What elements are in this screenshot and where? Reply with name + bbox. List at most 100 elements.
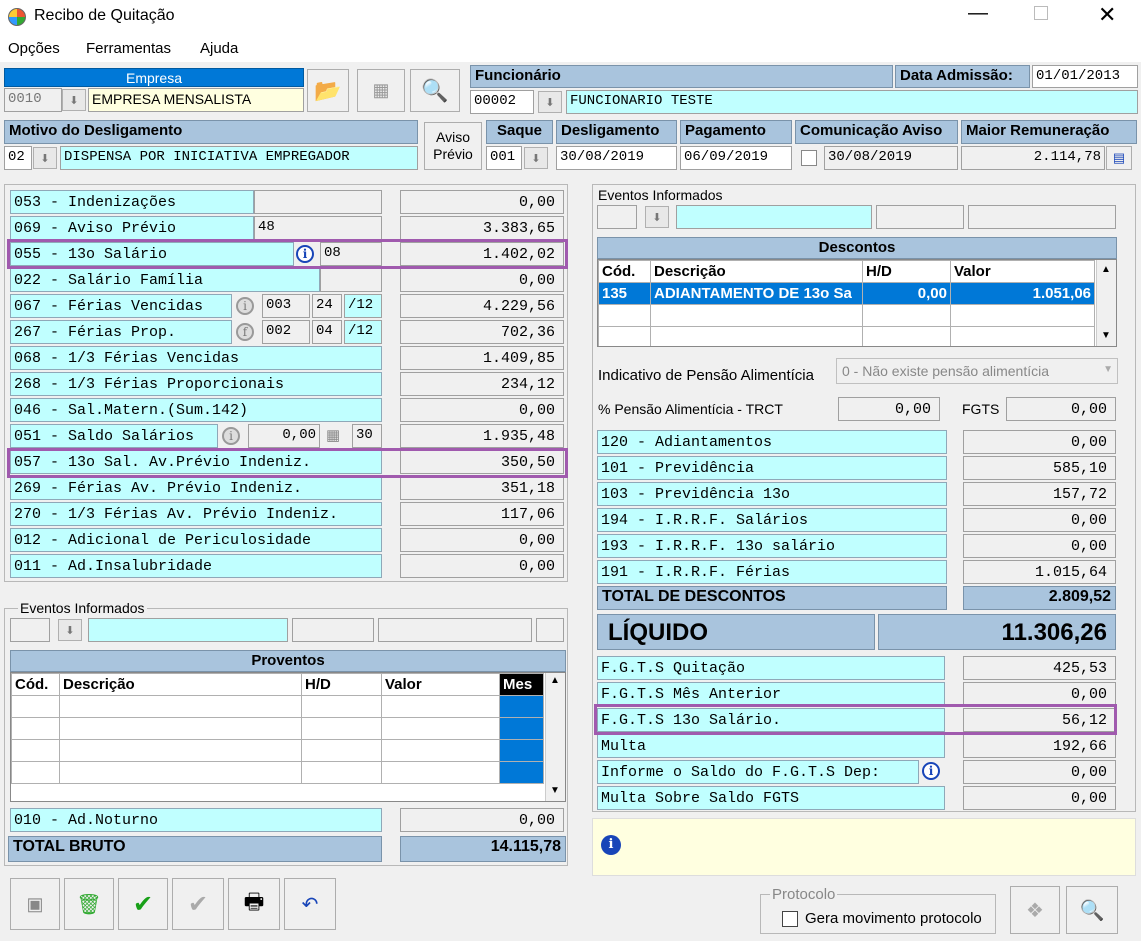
delete-button[interactable]: 🗑 xyxy=(64,878,114,930)
fgts-value-4: 0,00 xyxy=(963,760,1116,784)
eventos-left-mes[interactable] xyxy=(536,618,564,642)
window-title: Recibo de Quitação xyxy=(34,7,175,24)
maior-remuneracao-button[interactable]: ▤ xyxy=(1106,146,1132,170)
save-button[interactable]: ▣ xyxy=(10,878,60,930)
proventos-e1-9[interactable]: 0,00 xyxy=(248,424,320,448)
table-row[interactable] xyxy=(11,761,544,784)
comunicacao-checkbox[interactable] xyxy=(801,150,817,166)
menu-ajuda[interactable]: Ajuda xyxy=(200,40,238,57)
info-gray-icon[interactable]: i xyxy=(222,427,240,445)
ad-noturno-label: 010 - Ad.Noturno xyxy=(10,808,382,832)
confirm-button[interactable]: ✔ xyxy=(118,878,168,930)
fgts-info-button[interactable]: i xyxy=(922,762,940,780)
eventos-right-lookup[interactable]: ⬇ xyxy=(645,206,669,228)
desc-col-valor[interactable]: Valor xyxy=(950,260,1095,283)
confirm-disabled-button[interactable]: ✔ xyxy=(172,878,224,930)
proventos-value-5: 702,36 xyxy=(400,320,564,344)
function-icon[interactable]: f xyxy=(236,323,254,341)
maximize-icon[interactable] xyxy=(1034,6,1048,20)
open-folder-button[interactable]: 📂 xyxy=(307,69,349,112)
protocolo-action-button[interactable]: ❖ xyxy=(1010,886,1060,934)
funcionario-name-field: FUNCIONARIO TESTE xyxy=(566,90,1138,114)
aviso-previo-button[interactable]: Aviso Prévio xyxy=(424,122,482,170)
eventos-right-code[interactable] xyxy=(597,205,637,229)
proventos-label-1: 069 - Aviso Prévio xyxy=(10,216,254,240)
proventos-extra-0[interactable] xyxy=(254,190,382,214)
menu-ferramentas[interactable]: Ferramentas xyxy=(86,40,171,57)
message-info-icon: i xyxy=(601,835,621,855)
col-valor[interactable]: Valor xyxy=(381,673,500,696)
proventos-value-0: 0,00 xyxy=(400,190,564,214)
print-button[interactable]: 🖶 xyxy=(228,878,280,930)
empresa-code-input[interactable]: 0010 xyxy=(4,88,62,112)
proventos-e2-4[interactable]: 24 xyxy=(312,294,342,318)
proventos-value-6: 1.409,85 xyxy=(400,346,564,370)
undo-button[interactable]: ↶ xyxy=(284,878,336,930)
funcionario-lookup-button[interactable]: ⬇ xyxy=(538,91,562,113)
desligamento-date-input[interactable]: 30/08/2019 xyxy=(556,146,677,170)
close-icon[interactable]: ✕ xyxy=(1098,2,1116,28)
table-row[interactable] xyxy=(11,739,544,762)
proventos-grid[interactable]: Cód. Descrição H/D Valor Mes ▲ ▼ xyxy=(10,672,566,802)
table-row[interactable] xyxy=(11,695,544,718)
scroll-down-icon[interactable]: ▼ xyxy=(1101,330,1111,341)
info-gray-icon[interactable]: i xyxy=(236,297,254,315)
table-row[interactable] xyxy=(598,304,1095,327)
motivo-code-input[interactable]: 02 xyxy=(4,146,32,170)
table-row[interactable] xyxy=(11,717,544,740)
trash-icon: 🗑 xyxy=(76,893,102,916)
calculator-button[interactable]: ▦ xyxy=(357,69,405,112)
proventos-value-2: 1.402,02 xyxy=(400,242,564,266)
eventos-left-hd[interactable] xyxy=(292,618,374,642)
descontos-label-4: 193 - I.R.R.F. 13o salário xyxy=(597,534,947,558)
protocolo-search-button[interactable]: 🔍 xyxy=(1066,886,1118,934)
eventos-right-hd[interactable] xyxy=(876,205,964,229)
proventos-e2-9[interactable]: 30 xyxy=(352,424,382,448)
protocolo-checkbox[interactable] xyxy=(782,911,798,927)
motivo-lookup-button[interactable]: ⬇ xyxy=(33,147,57,169)
eventos-left-lookup[interactable]: ⬇ xyxy=(58,619,82,641)
desc-row-hd: 0,00 xyxy=(862,282,951,305)
proventos-e2-5[interactable]: 04 xyxy=(312,320,342,344)
proventos-extra-1[interactable]: 48 xyxy=(254,216,382,240)
pensao-pct-input[interactable]: 0,00 xyxy=(838,397,940,421)
scroll-down-icon[interactable]: ▼ xyxy=(550,785,560,796)
proventos-extra-2[interactable]: 08 xyxy=(320,242,382,266)
saque-input[interactable]: 001 xyxy=(486,146,522,170)
col-descricao[interactable]: Descrição xyxy=(59,673,302,696)
pensao-select[interactable]: 0 - Não existe pensão alimentícia ▼ xyxy=(836,358,1118,384)
col-mes[interactable]: Mes xyxy=(499,673,544,696)
descontos-grid[interactable]: Cód. Descrição H/D Valor 135 ADIANTAMENT… xyxy=(597,259,1117,347)
eventos-right-valor[interactable] xyxy=(968,205,1116,229)
info-icon[interactable]: i xyxy=(296,245,314,263)
liquido-label: LÍQUIDO xyxy=(597,614,875,650)
saque-lookup-button[interactable]: ⬇ xyxy=(524,147,548,169)
descontos-scrollbar[interactable]: ▲ ▼ xyxy=(1096,260,1116,346)
col-cod[interactable]: Cód. xyxy=(11,673,60,696)
minimize-icon[interactable]: — xyxy=(968,2,988,25)
menu-opcoes[interactable]: Opções xyxy=(8,40,60,57)
table-row[interactable]: 135 ADIANTAMENTO DE 13o Sa 0,00 1.051,06 xyxy=(598,282,1095,305)
calendar-icon[interactable]: ▦ xyxy=(326,426,340,444)
proventos-e1-4[interactable]: 003 xyxy=(262,294,310,318)
desc-col-cod[interactable]: Cód. xyxy=(598,260,651,283)
funcionario-code-input[interactable]: 00002 xyxy=(470,90,534,114)
pagamento-date-input[interactable]: 06/09/2019 xyxy=(680,146,792,170)
proventos-extra-3[interactable] xyxy=(320,268,382,292)
eventos-left-valor[interactable] xyxy=(378,618,532,642)
desc-col-descricao[interactable]: Descrição xyxy=(650,260,863,283)
proventos-scrollbar[interactable]: ▲ ▼ xyxy=(545,673,565,801)
search-button[interactable]: 🔍 xyxy=(410,69,460,112)
scroll-up-icon[interactable]: ▲ xyxy=(550,675,560,686)
eventos-left-code[interactable] xyxy=(10,618,50,642)
folder-icon: 📂 xyxy=(314,77,342,103)
scroll-up-icon[interactable]: ▲ xyxy=(1101,264,1111,275)
admissao-date: 01/01/2013 xyxy=(1032,65,1138,88)
desc-col-hd[interactable]: H/D xyxy=(862,260,951,283)
table-row[interactable] xyxy=(598,326,1095,346)
fgts-input[interactable]: 0,00 xyxy=(1006,397,1116,421)
comunicacao-date-input[interactable]: 30/08/2019 xyxy=(824,146,958,170)
col-hd[interactable]: H/D xyxy=(301,673,382,696)
empresa-lookup-button[interactable]: ⬇ xyxy=(62,89,86,111)
proventos-e1-5[interactable]: 002 xyxy=(262,320,310,344)
